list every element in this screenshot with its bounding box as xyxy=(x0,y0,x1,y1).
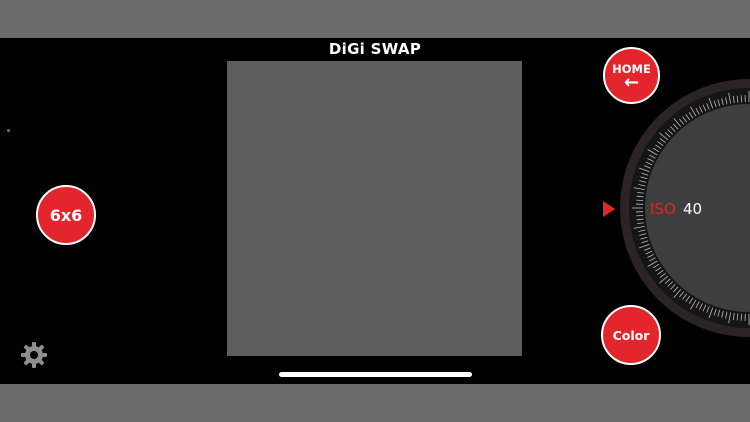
color-button[interactable]: Color xyxy=(601,305,661,365)
dial-pointer-icon xyxy=(603,201,615,217)
color-button-label: Color xyxy=(612,327,650,343)
camera-screen: DiGi SWAP 6x6 HOME ← ISO 40 Color xyxy=(0,38,750,384)
home-indicator[interactable] xyxy=(279,372,472,377)
iso-value: 40 xyxy=(683,200,703,218)
iso-label: ISO xyxy=(650,200,676,218)
format-button[interactable]: 6x6 xyxy=(36,185,96,245)
gear-icon[interactable] xyxy=(20,341,48,369)
status-indicator-dot xyxy=(7,129,10,132)
format-button-label: 6x6 xyxy=(49,205,83,225)
viewfinder[interactable] xyxy=(227,61,522,356)
